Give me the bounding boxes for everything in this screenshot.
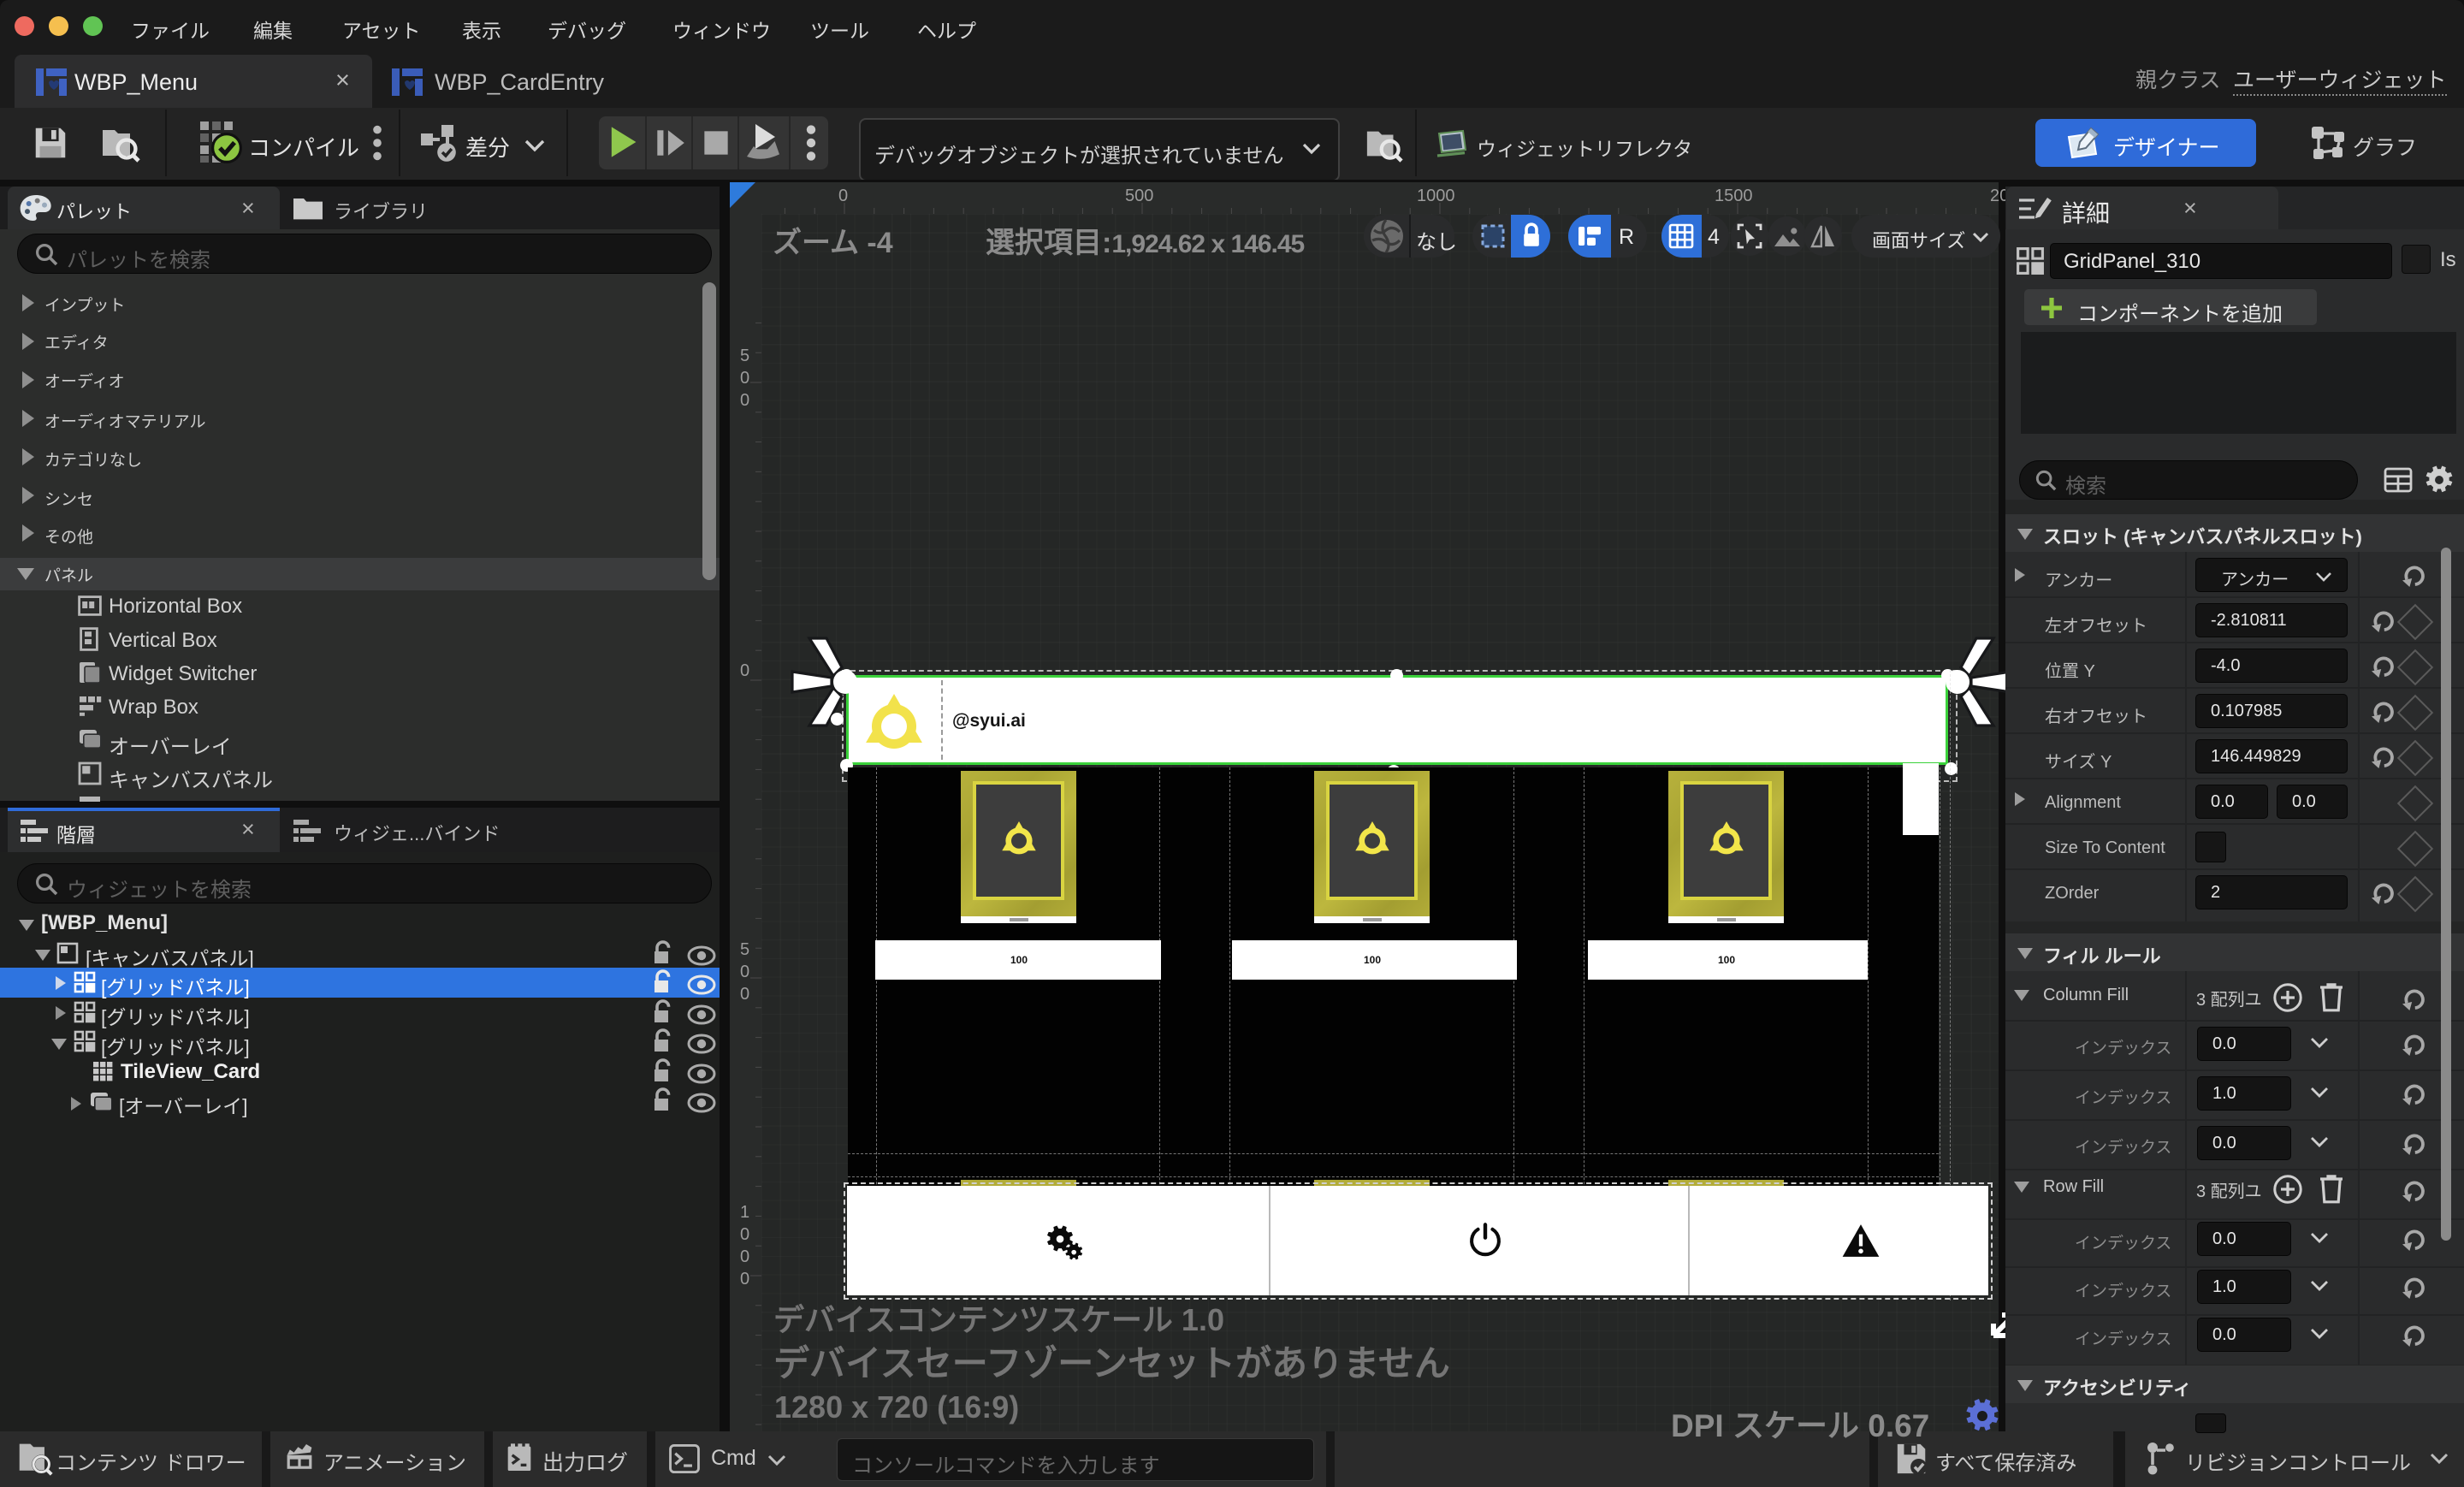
svg-text:1: 1 [740,1203,749,1222]
svg-text:0: 0 [740,1247,749,1266]
svg-text:0: 0 [740,1270,749,1289]
svg-text:0: 0 [838,187,848,205]
svg-text:0: 0 [740,1225,749,1244]
svg-text:500: 500 [1125,187,1153,205]
svg-text:5: 5 [740,940,749,959]
svg-text:0: 0 [740,963,749,981]
svg-text:0: 0 [740,391,749,410]
svg-text:1500: 1500 [1715,187,1753,205]
svg-text:0: 0 [740,369,749,388]
svg-text:0: 0 [740,661,749,680]
svg-text:1000: 1000 [1417,187,1455,205]
svg-text:5: 5 [740,347,749,365]
svg-text:0: 0 [740,985,749,1004]
